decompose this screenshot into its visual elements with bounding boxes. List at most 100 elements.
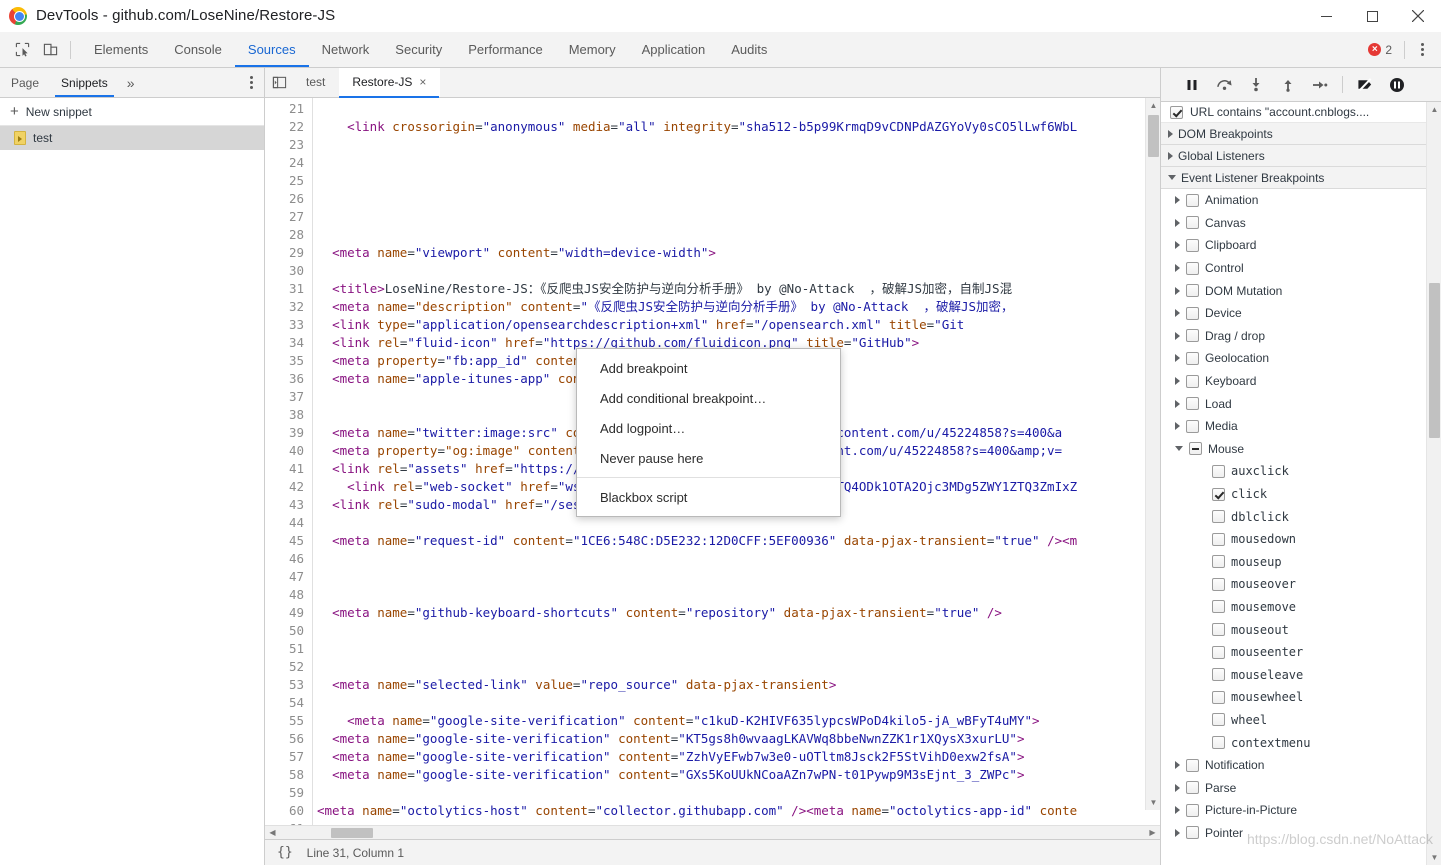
event-category-checkbox[interactable]	[1189, 442, 1202, 456]
code-line[interactable]: <meta name="octolytics-host" content="co…	[313, 802, 1160, 820]
line-number[interactable]: 53	[265, 676, 312, 694]
line-number[interactable]: 30	[265, 262, 312, 280]
close-icon[interactable]: ×	[419, 75, 426, 89]
event-category-checkbox[interactable]	[1186, 216, 1199, 230]
tab-sources[interactable]: Sources	[234, 32, 309, 67]
pause-on-exceptions-icon[interactable]	[1382, 72, 1412, 98]
section-global-listeners[interactable]: Global Listeners	[1161, 145, 1426, 167]
event-checkbox[interactable]	[1212, 736, 1225, 750]
line-number[interactable]: 36	[265, 370, 312, 388]
event-checkbox[interactable]	[1212, 713, 1225, 727]
chevron-down-icon[interactable]	[1175, 446, 1183, 452]
event-checkbox[interactable]	[1212, 510, 1225, 524]
line-number[interactable]: 35	[265, 352, 312, 370]
chevron-right-icon[interactable]	[1175, 264, 1180, 273]
event-item-mouseup[interactable]: mouseup	[1161, 551, 1426, 574]
tab-console[interactable]: Console	[161, 32, 235, 67]
event-category-checkbox[interactable]	[1186, 803, 1199, 817]
line-number[interactable]: 34	[265, 334, 312, 352]
editor-vertical-scrollbar[interactable]: ▲ ▼	[1145, 97, 1160, 810]
event-category-checkbox[interactable]	[1186, 351, 1199, 365]
line-number[interactable]: 31	[265, 280, 312, 298]
event-item-click[interactable]: click	[1161, 483, 1426, 506]
event-category-picture-in-picture[interactable]: Picture-in-Picture	[1161, 799, 1426, 822]
code-line[interactable]: <meta name="google-site-verification" co…	[313, 748, 1160, 766]
line-number[interactable]: 59	[265, 784, 312, 802]
code-line[interactable]	[313, 550, 1160, 568]
line-number[interactable]: 29	[265, 244, 312, 262]
event-checkbox[interactable]	[1212, 668, 1225, 682]
tab-elements[interactable]: Elements	[81, 32, 161, 67]
chevron-right-icon[interactable]	[1175, 331, 1180, 340]
line-number[interactable]: 25	[265, 172, 312, 190]
context-menu-item-blackbox-script[interactable]: Blackbox script	[577, 482, 840, 512]
chevron-right-icon[interactable]	[1175, 806, 1180, 815]
event-item-mousewheel[interactable]: mousewheel	[1161, 686, 1426, 709]
line-number[interactable]: 45	[265, 532, 312, 550]
scroll-up-arrow-icon[interactable]: ▲	[1427, 102, 1441, 117]
editor-tab-restore-js[interactable]: Restore-JS ×	[339, 68, 441, 97]
section-event-listener-breakpoints[interactable]: Event Listener Breakpoints	[1161, 167, 1426, 189]
code-line[interactable]	[313, 262, 1160, 280]
event-category-clipboard[interactable]: Clipboard	[1161, 234, 1426, 257]
tab-security[interactable]: Security	[382, 32, 455, 67]
code-line[interactable]	[313, 226, 1160, 244]
chevron-right-icon[interactable]	[1175, 783, 1180, 792]
event-category-checkbox[interactable]	[1186, 826, 1199, 840]
event-item-wheel[interactable]: wheel	[1161, 709, 1426, 732]
event-category-load[interactable]: Load	[1161, 392, 1426, 415]
xhr-breakpoint-checkbox[interactable]	[1170, 105, 1183, 119]
event-category-media[interactable]: Media	[1161, 415, 1426, 438]
line-number[interactable]: 50	[265, 622, 312, 640]
event-item-dblclick[interactable]: dblclick	[1161, 505, 1426, 528]
event-category-checkbox[interactable]	[1186, 193, 1199, 207]
editor-context-menu[interactable]: Add breakpoint Add conditional breakpoin…	[576, 348, 841, 517]
event-checkbox[interactable]	[1212, 690, 1225, 704]
inspect-element-icon[interactable]	[8, 36, 36, 64]
new-snippet-button[interactable]: + New snippet	[0, 98, 264, 126]
event-category-keyboard[interactable]: Keyboard	[1161, 370, 1426, 393]
line-number[interactable]: 37	[265, 388, 312, 406]
pretty-print-icon[interactable]: {}	[277, 845, 293, 860]
event-checkbox[interactable]	[1212, 487, 1225, 501]
event-checkbox[interactable]	[1212, 623, 1225, 637]
xhr-breakpoint-row[interactable]: URL contains "account.cnblogs....	[1161, 102, 1426, 123]
more-tabs-chevron-icon[interactable]: »	[119, 68, 143, 97]
step-over-next-function-call-icon[interactable]	[1209, 72, 1239, 98]
maximize-button[interactable]	[1349, 0, 1395, 32]
chevron-right-icon[interactable]	[1175, 218, 1180, 227]
line-number[interactable]: 32	[265, 298, 312, 316]
event-checkbox[interactable]	[1212, 600, 1225, 614]
line-number[interactable]: 40	[265, 442, 312, 460]
navigator-tab-snippets[interactable]: Snippets	[50, 68, 119, 97]
tab-performance[interactable]: Performance	[455, 32, 555, 67]
tab-application[interactable]: Application	[629, 32, 719, 67]
event-category-checkbox[interactable]	[1186, 374, 1199, 388]
chevron-right-icon[interactable]	[1175, 761, 1180, 770]
code-line[interactable]	[313, 136, 1160, 154]
snippet-list-item-test[interactable]: test	[0, 126, 264, 150]
event-category-checkbox[interactable]	[1186, 397, 1199, 411]
line-number[interactable]: 43	[265, 496, 312, 514]
event-category-checkbox[interactable]	[1186, 306, 1199, 320]
event-category-checkbox[interactable]	[1186, 758, 1199, 772]
chevron-right-icon[interactable]	[1175, 309, 1180, 318]
navigator-kebab-menu-icon[interactable]	[238, 68, 264, 97]
code-line[interactable]	[313, 784, 1160, 802]
close-button[interactable]	[1395, 0, 1441, 32]
line-number[interactable]: 39	[265, 424, 312, 442]
event-checkbox[interactable]	[1212, 645, 1225, 659]
line-number[interactable]: 42	[265, 478, 312, 496]
event-checkbox[interactable]	[1212, 532, 1225, 546]
code-line[interactable]	[313, 568, 1160, 586]
context-menu-item-add-conditional-breakpoint[interactable]: Add conditional breakpoint…	[577, 383, 840, 413]
event-item-mousedown[interactable]: mousedown	[1161, 528, 1426, 551]
line-number[interactable]: 21	[265, 100, 312, 118]
line-number[interactable]: 56	[265, 730, 312, 748]
code-line[interactable]: <meta name="google-site-verification" co…	[313, 712, 1160, 730]
navigator-tab-page[interactable]: Page	[0, 68, 50, 97]
event-category-parse[interactable]: Parse	[1161, 776, 1426, 799]
code-line[interactable]	[313, 694, 1160, 712]
chevron-right-icon[interactable]	[1175, 196, 1180, 205]
event-checkbox[interactable]	[1212, 555, 1225, 569]
